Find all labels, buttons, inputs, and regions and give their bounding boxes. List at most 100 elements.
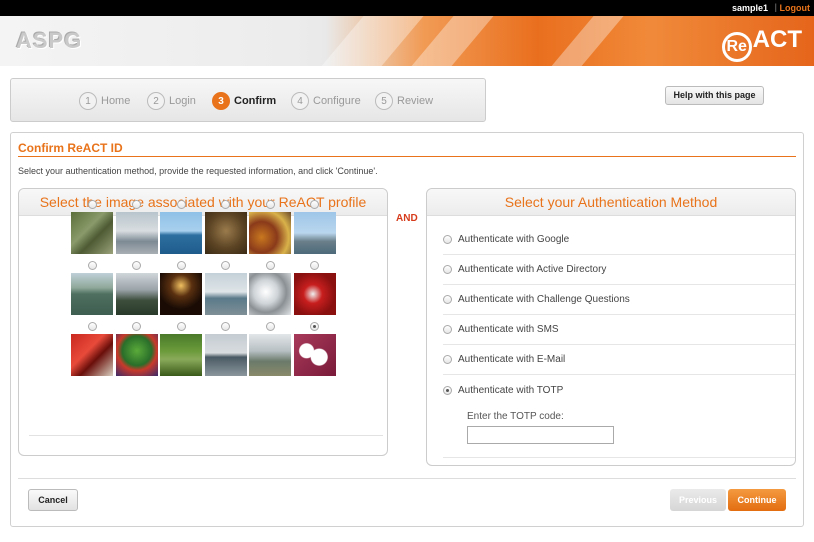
auth-method-option[interactable]: Authenticate with Google — [443, 225, 795, 255]
auth-method-panel: Select your Authentication Method Authen… — [426, 188, 796, 466]
image-panel-divider — [29, 435, 383, 436]
react-logo-text: ACT — [752, 26, 802, 53]
header-banner: ASPG Re ACT — [0, 16, 814, 66]
auth-panel-divider — [443, 457, 795, 458]
lizard-photo[interactable] — [71, 212, 113, 254]
image-option[interactable] — [71, 322, 113, 376]
previous-button: Previous — [670, 489, 726, 511]
image-option[interactable] — [115, 200, 158, 254]
image-radio[interactable] — [310, 322, 319, 331]
wizard-step-login: 2 Login — [147, 92, 196, 110]
image-radio[interactable] — [265, 322, 275, 331]
page-title: Confirm ReACT ID — [18, 141, 123, 155]
main-panel: Confirm ReACT ID Select your authenticat… — [10, 132, 804, 527]
username: sample1 — [731, 3, 768, 13]
lion-statue-photo[interactable] — [204, 212, 247, 254]
auth-method-option[interactable]: Authenticate with E-Mail — [443, 345, 795, 375]
misty-mountains-photo[interactable] — [249, 334, 291, 376]
image-radio[interactable] — [221, 200, 230, 209]
image-radio[interactable] — [265, 261, 275, 270]
wizard-step-confirm: 3 Confirm — [212, 92, 276, 110]
lake-house-photo[interactable] — [204, 334, 247, 376]
image-option[interactable] — [160, 261, 202, 315]
tree-path-photo[interactable] — [160, 334, 202, 376]
step-label: Home — [101, 95, 131, 107]
image-radio[interactable] — [221, 322, 230, 331]
auth-method-option[interactable]: Authenticate with Challenge Questions — [443, 285, 795, 315]
continue-button[interactable]: Continue — [728, 489, 786, 511]
image-option[interactable] — [293, 261, 336, 315]
image-option[interactable] — [204, 261, 247, 315]
image-option[interactable] — [160, 200, 202, 254]
image-option[interactable] — [293, 322, 336, 376]
image-radio[interactable] — [176, 261, 186, 270]
fire-truck-photo[interactable] — [71, 334, 113, 376]
image-radio[interactable] — [221, 261, 230, 270]
react-logo-circle: Re — [721, 32, 752, 62]
auth-method-option[interactable]: Authenticate with Active Directory — [443, 255, 795, 285]
tower-bridge-photo[interactable] — [293, 212, 336, 254]
image-option[interactable] — [160, 322, 202, 376]
title-divider — [18, 156, 796, 157]
lake-photo[interactable] — [71, 273, 113, 315]
auth-method-radio[interactable] — [443, 265, 452, 274]
topbar-separator: | — [774, 2, 777, 12]
sea-ship-photo[interactable] — [160, 212, 202, 254]
seagulls-photo[interactable] — [115, 212, 158, 254]
image-radio[interactable] — [132, 322, 141, 331]
image-radio[interactable] — [87, 200, 97, 209]
auth-method-option[interactable]: Authenticate with SMS — [443, 315, 795, 345]
auth-method-radio[interactable] — [443, 295, 452, 304]
image-option[interactable] — [71, 261, 113, 315]
and-label: AND — [396, 213, 418, 224]
auth-method-radio[interactable] — [443, 385, 452, 395]
city-skyline-photo[interactable] — [115, 273, 158, 315]
image-option[interactable] — [115, 322, 158, 376]
image-radio[interactable] — [310, 261, 319, 270]
image-option[interactable] — [204, 322, 247, 376]
sunset-reflection-photo[interactable] — [160, 273, 202, 315]
auth-method-label: Authenticate with SMS — [458, 324, 559, 335]
auth-method-option[interactable]: Authenticate with TOTP — [443, 375, 795, 405]
totp-code-input[interactable] — [467, 426, 614, 444]
image-radio[interactable] — [176, 200, 186, 209]
image-option[interactable] — [249, 261, 291, 315]
red-car-photo[interactable] — [293, 273, 336, 315]
image-option[interactable] — [293, 200, 336, 254]
totp-label: Enter the TOTP code: — [467, 411, 564, 422]
auth-method-label: Authenticate with E-Mail — [458, 354, 566, 365]
step-number: 1 — [79, 92, 97, 110]
image-option[interactable] — [115, 261, 158, 315]
lighthouse-photo[interactable] — [204, 273, 247, 315]
auth-method-radio[interactable] — [443, 355, 452, 364]
wizard-step-review: 5 Review — [375, 92, 433, 110]
image-radio[interactable] — [310, 200, 319, 209]
auth-method-label: Authenticate with Active Directory — [458, 264, 607, 275]
cancel-button[interactable]: Cancel — [28, 489, 78, 511]
image-radio[interactable] — [87, 322, 97, 331]
wizard-steps: 1 Home 2 Login 3 Confirm 4 Configure 5 R… — [10, 78, 486, 122]
aspg-logo: ASPG — [16, 28, 83, 53]
image-option[interactable] — [204, 200, 247, 254]
image-option[interactable] — [71, 200, 113, 254]
image-radio[interactable] — [265, 200, 275, 209]
help-button[interactable]: Help with this page — [665, 86, 764, 105]
spices-photo[interactable] — [249, 212, 291, 254]
image-radio[interactable] — [87, 261, 97, 270]
auth-method-label: Authenticate with Google — [458, 234, 570, 245]
image-radio[interactable] — [132, 200, 141, 209]
image-option[interactable] — [249, 322, 291, 376]
dice-photo[interactable] — [293, 334, 336, 376]
auth-method-radio[interactable] — [443, 235, 452, 244]
car-headlight-photo[interactable] — [249, 273, 291, 315]
instructions-text: Select your authentication method, provi… — [18, 166, 378, 176]
image-radio[interactable] — [176, 322, 186, 331]
step-number: 4 — [291, 92, 309, 110]
logout-link[interactable]: Logout — [780, 3, 811, 13]
turtle-toy-photo[interactable] — [115, 334, 158, 376]
step-label: Configure — [313, 95, 361, 107]
auth-method-label: Authenticate with TOTP — [458, 384, 564, 396]
auth-method-radio[interactable] — [443, 325, 452, 334]
image-option[interactable] — [249, 200, 291, 254]
image-radio[interactable] — [132, 261, 141, 270]
